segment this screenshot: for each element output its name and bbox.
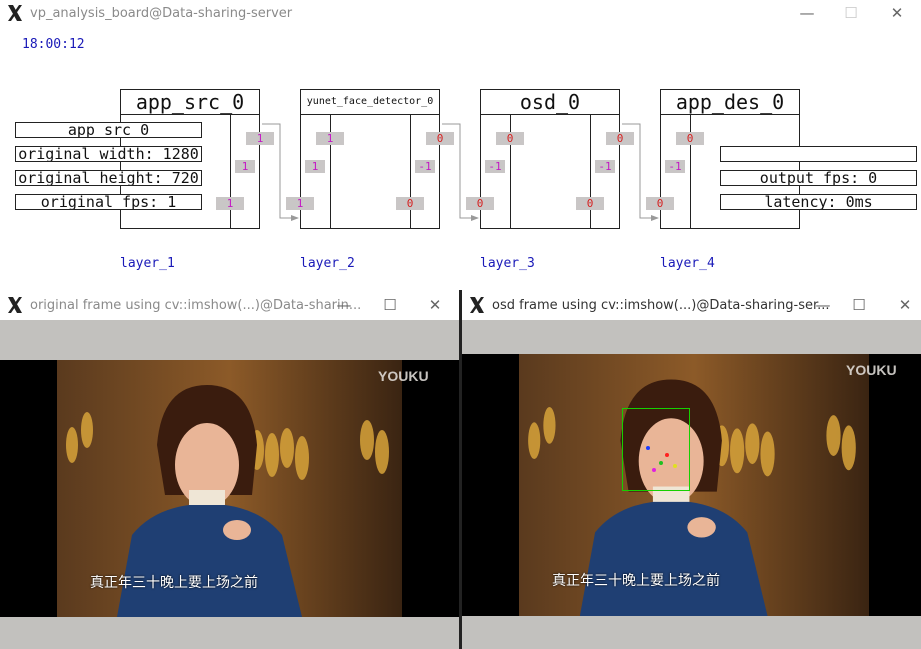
node-divider (410, 114, 411, 228)
des-info-output-fps: output_fps: 0 (720, 170, 917, 186)
maximize-icon[interactable]: ☐ (848, 294, 870, 316)
face-landmark (652, 468, 656, 472)
original-frame-window: original frame using cv::imshow(...)@Dat… (0, 292, 459, 649)
port-in[interactable]: 1 (216, 197, 244, 210)
video-subtitle: 真正年三十晚上要上场之前 (90, 575, 258, 591)
original-window-title: original frame using cv::imshow(...)@Dat… (30, 298, 362, 313)
face-detection-box (622, 408, 690, 491)
original-titlebar[interactable]: original frame using cv::imshow(...)@Dat… (0, 292, 459, 320)
src-info-name: app_src_0 (15, 122, 202, 138)
port-out[interactable]: 0 (606, 132, 634, 145)
port-mid[interactable]: -1 (485, 160, 505, 173)
close-icon[interactable]: ✕ (424, 294, 446, 316)
layer-label: layer_2 (300, 256, 355, 271)
node-title: app_src_0 (121, 90, 259, 115)
port-mid[interactable]: -1 (665, 160, 685, 173)
face-landmark (673, 464, 677, 468)
des-info-latency: latency: 0ms (720, 194, 917, 210)
port-mid[interactable]: 1 (235, 160, 255, 173)
original-video-frame: YOUKU 真正年三十晚上要上场之前 (0, 360, 459, 617)
youku-watermark: YOUKU (378, 368, 429, 384)
osd-frame-window: osd frame using cv::imshow(...)@Data-sha… (462, 292, 921, 649)
port-out[interactable]: 0 (576, 197, 604, 210)
port-in[interactable]: 0 (646, 197, 674, 210)
port-mid[interactable]: -1 (415, 160, 435, 173)
src-info-height: original_height: 720 (15, 170, 202, 186)
node-title: app_des_0 (661, 90, 799, 115)
layer-label: layer_1 (120, 256, 175, 271)
osd-window-title: osd frame using cv::imshow(...)@Data-sha… (492, 298, 830, 313)
port-in[interactable]: 0 (466, 197, 494, 210)
maximize-icon[interactable]: ☐ (379, 294, 401, 316)
youku-watermark: YOUKU (846, 362, 897, 378)
port-in[interactable]: 0 (496, 132, 524, 145)
layer-label: layer_4 (660, 256, 715, 271)
node-title: yunet_face_detector_0 (301, 90, 439, 115)
node-divider (230, 114, 231, 228)
node-title: osd_0 (481, 90, 619, 115)
analysis-board-window: vp_analysis_board@Data-sharing-server — … (0, 0, 921, 290)
port-out[interactable]: 0 (426, 132, 454, 145)
osd-video-frame: YOUKU 真正年三十晚上要上场之前 (462, 354, 921, 616)
face-landmark (665, 453, 669, 457)
face-landmark (659, 461, 663, 465)
minimize-icon[interactable]: — (812, 294, 834, 316)
port-mid[interactable]: 1 (305, 160, 325, 173)
close-icon[interactable]: ✕ (894, 294, 916, 316)
port-out[interactable]: 0 (396, 197, 424, 210)
port-in[interactable]: 1 (316, 132, 344, 145)
port-out[interactable]: 1 (246, 132, 274, 145)
src-info-width: original_width: 1280 (15, 146, 202, 162)
src-info-fps: original_fps: 1 (15, 194, 202, 210)
osd-titlebar[interactable]: osd frame using cv::imshow(...)@Data-sha… (462, 292, 921, 320)
x11-logo-icon (8, 297, 22, 313)
port-in[interactable]: 1 (286, 197, 314, 210)
video-subtitle: 真正年三十晚上要上场之前 (552, 573, 720, 589)
node-divider (590, 114, 591, 228)
des-info-blank (720, 146, 917, 162)
layer-label: layer_3 (480, 256, 535, 271)
port-in[interactable]: 0 (676, 132, 704, 145)
port-mid[interactable]: -1 (595, 160, 615, 173)
minimize-icon[interactable]: — (333, 294, 355, 316)
face-landmark (646, 446, 650, 450)
x11-logo-icon (470, 297, 484, 313)
